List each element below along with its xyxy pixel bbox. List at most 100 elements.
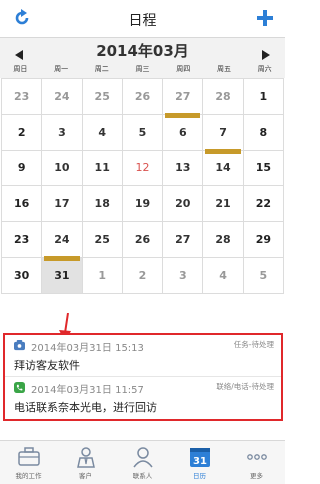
calendar-day-cell[interactable]: 22 <box>243 186 284 223</box>
day-number: 3 <box>178 268 187 282</box>
day-number: 31 <box>54 268 70 282</box>
next-month-icon[interactable] <box>262 50 270 60</box>
day-number: 26 <box>134 89 151 103</box>
calendar-day-cell[interactable]: 15 <box>243 150 284 187</box>
calendar-day-cell[interactable]: 17 <box>42 186 83 223</box>
calendar-day-cell[interactable]: 9 <box>2 150 43 187</box>
calendar-day-cell[interactable]: 27 <box>163 222 204 258</box>
calendar-day-cell[interactable]: 13 <box>163 150 204 187</box>
calendar-day-cell[interactable]: 23 <box>2 222 43 258</box>
calendar-day-cell[interactable]: 29 <box>243 222 284 258</box>
calendar-day-cell[interactable]: 7 <box>203 114 244 152</box>
calendar-day-cell[interactable]: 4 <box>82 114 123 151</box>
day-number: 1 <box>98 268 107 282</box>
event-marker <box>205 150 241 154</box>
calendar-day-cell[interactable]: 23 <box>2 79 43 115</box>
day-number: 23 <box>13 233 30 247</box>
event-item[interactable]: 2014年03月31日 11:57 联络/电话-待处理 电话联系奈本光电，进行回… <box>5 377 281 419</box>
top-bar: 日程 <box>0 0 285 38</box>
calendar-day-cell[interactable]: 5 <box>243 257 284 294</box>
day-number: 5 <box>138 125 147 139</box>
calendar-day-cell[interactable]: 27 <box>163 79 204 116</box>
event-type: 联络/电话-待处理 <box>216 382 274 391</box>
day-number: 18 <box>94 197 110 211</box>
nav-label: 我的工作 <box>15 472 42 480</box>
calendar-day-cell[interactable]: 6 <box>163 114 204 151</box>
day-number: 26 <box>134 233 151 247</box>
calendar-day-cell[interactable]: 16 <box>2 186 43 223</box>
event-type: 任务-待处理 <box>233 340 274 349</box>
event-description: 拜访客友软件 <box>14 359 80 372</box>
day-number: 17 <box>54 197 70 211</box>
calendar-day-cell[interactable]: 14 <box>203 150 244 187</box>
calendar-day-cell[interactable]: 3 <box>42 114 83 151</box>
calendar-day-cell[interactable]: 24 <box>42 79 83 115</box>
day-number: 22 <box>255 197 271 211</box>
calendar-day-cell[interactable]: 11 <box>82 150 123 187</box>
day-number: 8 <box>259 125 268 139</box>
calendar-day-cell[interactable]: 12 <box>122 150 164 187</box>
schedule-list: 2014年03月31日 15:13 任务-待处理 拜访客友软件 2014年03月… <box>3 333 283 421</box>
day-number: 21 <box>215 197 231 211</box>
event-description: 电话联系奈本光电，进行回访 <box>14 401 157 414</box>
bottom-nav: 我的工作 客户 联系人 31 日历 更多 <box>0 440 285 484</box>
call-icon <box>14 382 25 393</box>
day-number: 19 <box>134 197 151 211</box>
day-number: 28 <box>215 233 231 247</box>
calendar-day-cell[interactable]: 21 <box>203 186 244 223</box>
weekday-header: 周日 周一 周二 周三 周四 周五 周六 <box>0 64 285 74</box>
calendar-day-cell[interactable]: 26 <box>122 79 164 115</box>
day-number: 12 <box>135 161 150 175</box>
calendar-day-cell[interactable]: 2 <box>122 257 164 294</box>
day-number: 4 <box>219 268 227 282</box>
page-title: 日程 <box>128 13 157 29</box>
calendar-day-cell[interactable]: 28 <box>203 222 244 258</box>
nav-item-my-work[interactable]: 我的工作 <box>0 441 57 484</box>
calendar-day-cell[interactable]: 10 <box>42 150 83 187</box>
weekday-label: 周二 <box>94 65 109 73</box>
calendar-day-cell[interactable]: 1 <box>82 257 123 294</box>
day-number: 13 <box>175 161 191 175</box>
calendar-day-cell[interactable]: 1 <box>243 79 284 115</box>
calendar-day-cell[interactable]: 25 <box>82 79 123 115</box>
day-number: 7 <box>219 125 227 139</box>
calendar-day-cell[interactable]: 20 <box>163 186 204 223</box>
nav-item-contacts[interactable]: 联系人 <box>114 441 171 484</box>
calendar-day-cell[interactable]: 25 <box>82 222 123 258</box>
customer-icon <box>76 447 95 468</box>
weekday-label: 周日 <box>13 65 28 73</box>
day-number: 30 <box>13 268 30 282</box>
event-marker <box>165 114 201 118</box>
nav-label: 更多 <box>250 472 263 480</box>
plus-icon[interactable] <box>255 8 275 28</box>
calendar-day-cell[interactable]: 3 <box>163 257 204 294</box>
nav-item-calendar[interactable]: 31 日历 <box>171 441 228 484</box>
day-number: 27 <box>175 233 191 247</box>
nav-item-customer[interactable]: 客户 <box>57 441 114 484</box>
calendar-day-cell[interactable]: 24 <box>42 222 83 259</box>
weekday-label: 周四 <box>176 65 191 73</box>
calendar-icon: 31 <box>189 448 210 467</box>
day-number: 25 <box>94 233 110 247</box>
calendar-day-cell[interactable]: 18 <box>82 186 123 223</box>
contact-icon <box>132 447 153 468</box>
calendar-day-cell[interactable]: 30 <box>2 257 43 294</box>
nav-item-more[interactable]: 更多 <box>228 441 285 484</box>
calendar-grid: 23 24 25 26 27 28 1 2 3 4 5 6 7 8 9 10 11 12 13 14 15 16 17 18 1… <box>1 78 284 294</box>
event-item[interactable]: 2014年03月31日 15:13 任务-待处理 拜访客友软件 <box>5 335 281 377</box>
day-number: 1 <box>259 89 268 103</box>
calendar-day-cell[interactable]: 31 <box>42 257 83 294</box>
calendar-day-cell[interactable]: 2 <box>2 114 43 151</box>
calendar-day-cell[interactable]: 19 <box>122 186 164 223</box>
day-number: 10 <box>54 161 70 175</box>
nav-label: 客户 <box>79 472 92 480</box>
calendar-day-cell[interactable]: 8 <box>243 114 284 151</box>
weekday-label: 周六 <box>257 65 272 73</box>
calendar-day-cell[interactable]: 4 <box>203 257 244 294</box>
day-number: 2 <box>138 268 147 282</box>
calendar-day-cell[interactable]: 5 <box>122 114 164 151</box>
calendar-day-cell[interactable]: 26 <box>122 222 164 258</box>
day-number: 11 <box>94 161 110 175</box>
day-number: 28 <box>215 89 231 103</box>
calendar-day-cell[interactable]: 28 <box>203 79 244 115</box>
